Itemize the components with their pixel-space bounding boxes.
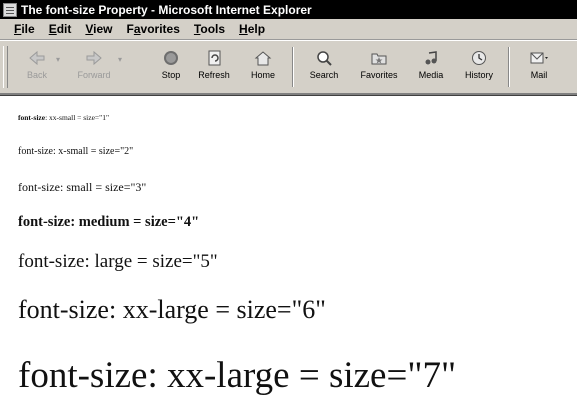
refresh-icon bbox=[208, 50, 221, 66]
forward-dropdown-icon[interactable]: ▾ bbox=[118, 55, 122, 64]
menu-tools[interactable]: Tools bbox=[194, 22, 225, 36]
menu-edit[interactable]: Edit bbox=[49, 22, 72, 36]
menu-bar: File Edit View Favorites Tools Help bbox=[0, 19, 577, 40]
font-size-line-4: font-size: medium = size="4" bbox=[18, 214, 200, 230]
font-size-line-6: font-size: xx-large = size="6" bbox=[18, 295, 326, 324]
back-dropdown-icon[interactable]: ▾ bbox=[56, 55, 60, 64]
page-content: font-size: xx-small = size="1" font-size… bbox=[0, 95, 577, 414]
stop-icon bbox=[164, 51, 178, 65]
mail-button[interactable]: Mail bbox=[518, 45, 560, 89]
back-arrow-icon bbox=[29, 50, 45, 66]
browser-window: The font-size Property - Microsoft Inter… bbox=[0, 0, 577, 414]
favorites-folder-icon bbox=[371, 53, 387, 65]
search-button[interactable]: Search bbox=[304, 45, 344, 89]
menu-favorites[interactable]: Favorites bbox=[127, 22, 180, 36]
font-size-line-5: font-size: large = size="5" bbox=[18, 251, 218, 272]
forward-arrow-icon bbox=[86, 50, 102, 66]
stop-button[interactable]: Stop bbox=[156, 45, 186, 89]
home-icon bbox=[254, 51, 272, 66]
font-size-line-3: font-size: small = size="3" bbox=[18, 180, 147, 194]
menu-help[interactable]: Help bbox=[239, 22, 265, 36]
media-icon bbox=[425, 51, 437, 65]
favorites-button[interactable]: Favorites bbox=[356, 45, 402, 89]
refresh-button[interactable]: Refresh bbox=[196, 45, 232, 89]
toolbar-grip[interactable] bbox=[3, 46, 8, 88]
standard-toolbar: Back ▾ Forward ▾ Stop Refresh Home Searc… bbox=[0, 41, 577, 95]
forward-button[interactable]: Forward bbox=[70, 45, 118, 89]
window-title: The font-size Property - Microsoft Inter… bbox=[21, 2, 312, 17]
page-icon bbox=[3, 2, 17, 17]
home-button[interactable]: Home bbox=[246, 45, 280, 89]
search-icon bbox=[317, 51, 332, 66]
font-size-line-1: font-size: xx-small = size="1" bbox=[18, 113, 110, 122]
back-button[interactable]: Back bbox=[18, 45, 56, 89]
font-size-line-2: font-size: x-small = size="2" bbox=[18, 146, 134, 157]
mail-icon bbox=[530, 52, 548, 64]
toolbar-separator bbox=[508, 47, 510, 87]
menu-file[interactable]: File bbox=[14, 22, 35, 36]
toolbar-separator bbox=[292, 47, 294, 87]
history-icon bbox=[472, 51, 486, 65]
title-bar: The font-size Property - Microsoft Inter… bbox=[0, 0, 577, 19]
history-button[interactable]: History bbox=[460, 45, 498, 89]
font-size-line-7: font-size: xx-large = size="7" bbox=[18, 355, 457, 396]
media-button[interactable]: Media bbox=[414, 45, 448, 89]
menu-view[interactable]: View bbox=[85, 22, 112, 36]
